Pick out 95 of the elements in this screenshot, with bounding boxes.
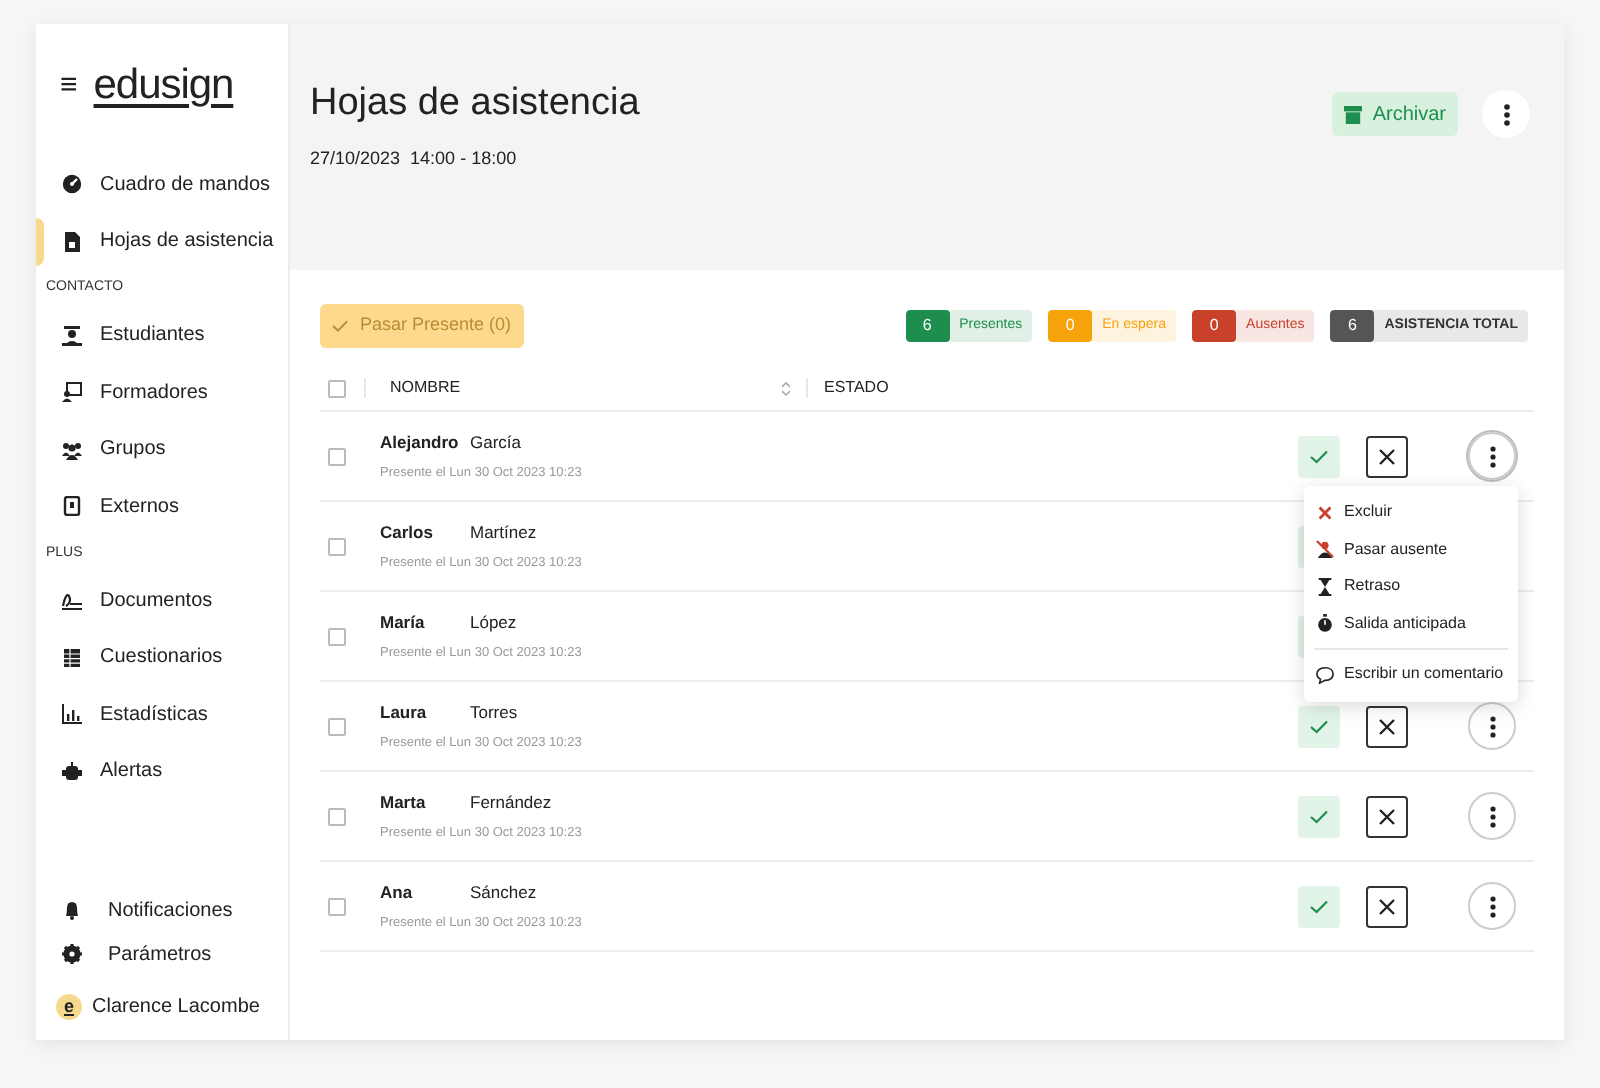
last-name: Torres — [470, 699, 518, 725]
sidebar-item[interactable]: Grupos — [36, 421, 288, 478]
archive-button[interactable]: Archivar — [1332, 92, 1458, 136]
column-header: ESTADO — [824, 376, 889, 400]
menu-item[interactable]: Pasar ausente — [1304, 531, 1518, 568]
select-all-checkbox[interactable] — [328, 379, 346, 397]
row-more-button[interactable] — [1468, 702, 1516, 750]
group-icon — [62, 439, 82, 460]
presenter-icon — [62, 382, 82, 403]
stopwatch-icon — [1316, 614, 1334, 633]
more-icon — [1489, 445, 1495, 467]
first-name: Laura — [380, 699, 429, 725]
menu-item[interactable]: Retraso — [1304, 568, 1518, 605]
menu-item[interactable]: Excluir — [1304, 494, 1518, 531]
more-icon — [1489, 895, 1495, 917]
sidebar-item[interactable]: Estadísticas — [36, 686, 288, 743]
bell-icon — [62, 900, 82, 920]
first-name: Marta — [380, 789, 428, 815]
check-icon — [1310, 809, 1328, 823]
sidebar-item[interactable]: Hojas de asistencia — [36, 213, 288, 270]
row-more-button[interactable] — [1468, 882, 1516, 930]
row-checkbox[interactable] — [328, 537, 346, 555]
close-icon — [1378, 897, 1396, 915]
first-name: Carlos — [380, 519, 435, 545]
count-badge: 0 — [1192, 310, 1237, 342]
sidebar-item[interactable]: Estudiantes — [36, 307, 288, 364]
sidebar-item[interactable]: Documentos — [36, 572, 288, 629]
first-name: Ana — [380, 879, 415, 905]
count-badge: 0 — [1048, 310, 1093, 342]
row-more-button[interactable] — [1468, 792, 1516, 840]
signature-icon — [62, 590, 82, 611]
present-button[interactable] — [1298, 435, 1340, 477]
menu-item[interactable]: Salida anticipada — [1304, 605, 1518, 642]
present-button[interactable] — [1298, 885, 1340, 927]
row-checkbox[interactable] — [328, 717, 346, 735]
sidebar-item[interactable]: Notificaciones — [36, 888, 288, 932]
logo: edusign — [93, 63, 234, 105]
more-icon — [1503, 103, 1509, 125]
absent-button[interactable] — [1366, 885, 1408, 927]
check-icon — [332, 320, 348, 332]
column-header[interactable]: NOMBRE — [390, 376, 782, 400]
page-title: Hojas de asistencia — [310, 84, 640, 122]
first-name: Alejandro — [380, 429, 461, 455]
check-icon — [1310, 719, 1328, 733]
last-name: García — [470, 429, 522, 455]
close-icon — [1378, 807, 1396, 825]
present-button[interactable] — [1298, 705, 1340, 747]
last-name: Sánchez — [470, 879, 537, 905]
check-icon — [1310, 899, 1328, 913]
table-icon — [62, 647, 82, 668]
robot-icon — [62, 761, 82, 782]
absent-button[interactable] — [1366, 795, 1408, 837]
session-date: 27/10/2023 14:00 - 18:00 — [310, 146, 519, 172]
count-badge: 6 — [905, 310, 950, 342]
sidebar-item[interactable]: Cuestionarios — [36, 629, 288, 686]
archive-icon — [1344, 105, 1363, 123]
last-name: Martínez — [470, 519, 537, 545]
sidebar-item[interactable]: Externos — [36, 478, 288, 535]
present-button[interactable] — [1298, 795, 1340, 837]
count-badge: 6 — [1330, 310, 1375, 342]
row-checkbox[interactable] — [328, 807, 346, 825]
student-icon — [62, 325, 82, 346]
id-badge-icon — [62, 496, 82, 517]
row-more-button[interactable] — [1468, 432, 1516, 480]
sidebar-item[interactable]: Alertas — [36, 743, 288, 800]
comment-icon — [1316, 665, 1334, 684]
sort-icon[interactable] — [782, 381, 790, 395]
first-name: María — [380, 609, 427, 635]
menu-item[interactable]: Escribir un comentario — [1304, 656, 1518, 693]
absent-button[interactable] — [1366, 435, 1408, 477]
more-icon — [1489, 805, 1495, 827]
menu-icon[interactable]: ≡ — [60, 69, 78, 99]
sidebar-item[interactable]: Parámetros — [36, 932, 288, 976]
user-avatar[interactable]: e — [56, 993, 82, 1019]
sidebar-item[interactable]: Cuadro de mandos — [36, 156, 288, 213]
row-checkbox[interactable] — [328, 447, 346, 465]
row-checkbox[interactable] — [328, 627, 346, 645]
more-icon — [1489, 715, 1495, 737]
gauge-icon — [62, 174, 82, 195]
absent-button[interactable] — [1366, 705, 1408, 747]
bar-chart-icon — [62, 704, 82, 725]
user-name[interactable]: Clarence Lacombe — [92, 991, 260, 1021]
close-icon — [1378, 717, 1396, 735]
document-icon — [62, 231, 82, 252]
close-icon — [1316, 503, 1334, 522]
sidebar-item[interactable]: Formadores — [36, 364, 288, 421]
hourglass-icon — [1316, 577, 1334, 596]
last-name: Fernández — [470, 789, 552, 815]
more-button[interactable] — [1482, 90, 1530, 138]
close-icon — [1378, 447, 1396, 465]
row-checkbox[interactable] — [328, 897, 346, 915]
settings-icon — [62, 944, 82, 964]
last-name: López — [470, 609, 517, 635]
check-icon — [1310, 449, 1328, 463]
person-crossed-icon — [1316, 540, 1334, 559]
